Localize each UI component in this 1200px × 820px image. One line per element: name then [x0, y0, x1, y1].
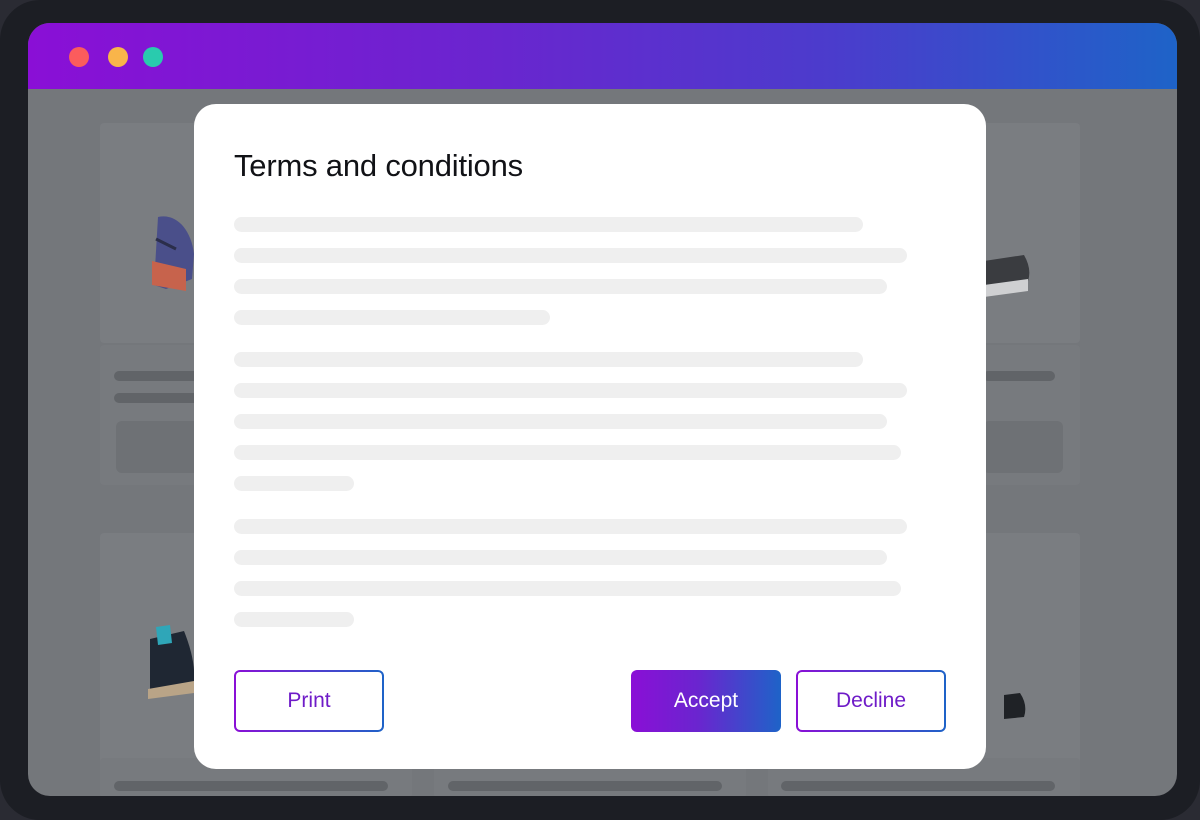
text-line-placeholder — [234, 550, 887, 565]
product-text-placeholder — [983, 371, 1055, 381]
product-text-placeholder — [448, 781, 722, 791]
print-button[interactable]: Print — [234, 670, 384, 732]
maximize-window-button[interactable] — [143, 47, 163, 67]
sneaker-image — [148, 625, 195, 699]
text-line-placeholder — [234, 383, 907, 398]
product-text-placeholder — [781, 781, 1055, 791]
terms-dialog: Terms and conditions Print Accept Declin… — [194, 104, 986, 769]
close-window-button[interactable] — [69, 47, 89, 67]
product-text-placeholder — [114, 393, 204, 403]
product-button-placeholder — [983, 421, 1063, 473]
window-titlebar — [28, 23, 1177, 89]
text-line-placeholder — [234, 352, 863, 367]
text-line-placeholder — [234, 279, 887, 294]
text-line-placeholder — [234, 248, 907, 263]
sneaker-image — [1004, 693, 1026, 719]
text-line-placeholder — [234, 581, 901, 596]
text-line-placeholder — [234, 414, 887, 429]
accept-button[interactable]: Accept — [631, 670, 781, 732]
text-line-placeholder — [234, 476, 354, 491]
product-text-placeholder — [114, 781, 388, 791]
minimize-window-button[interactable] — [108, 47, 128, 67]
decline-button[interactable]: Decline — [796, 670, 946, 732]
text-line-placeholder — [234, 612, 354, 627]
text-line-placeholder — [234, 519, 907, 534]
dialog-title: Terms and conditions — [234, 148, 523, 183]
sneaker-image — [984, 255, 1030, 297]
text-line-placeholder — [234, 445, 901, 460]
text-line-placeholder — [234, 310, 550, 325]
text-line-placeholder — [234, 217, 863, 232]
